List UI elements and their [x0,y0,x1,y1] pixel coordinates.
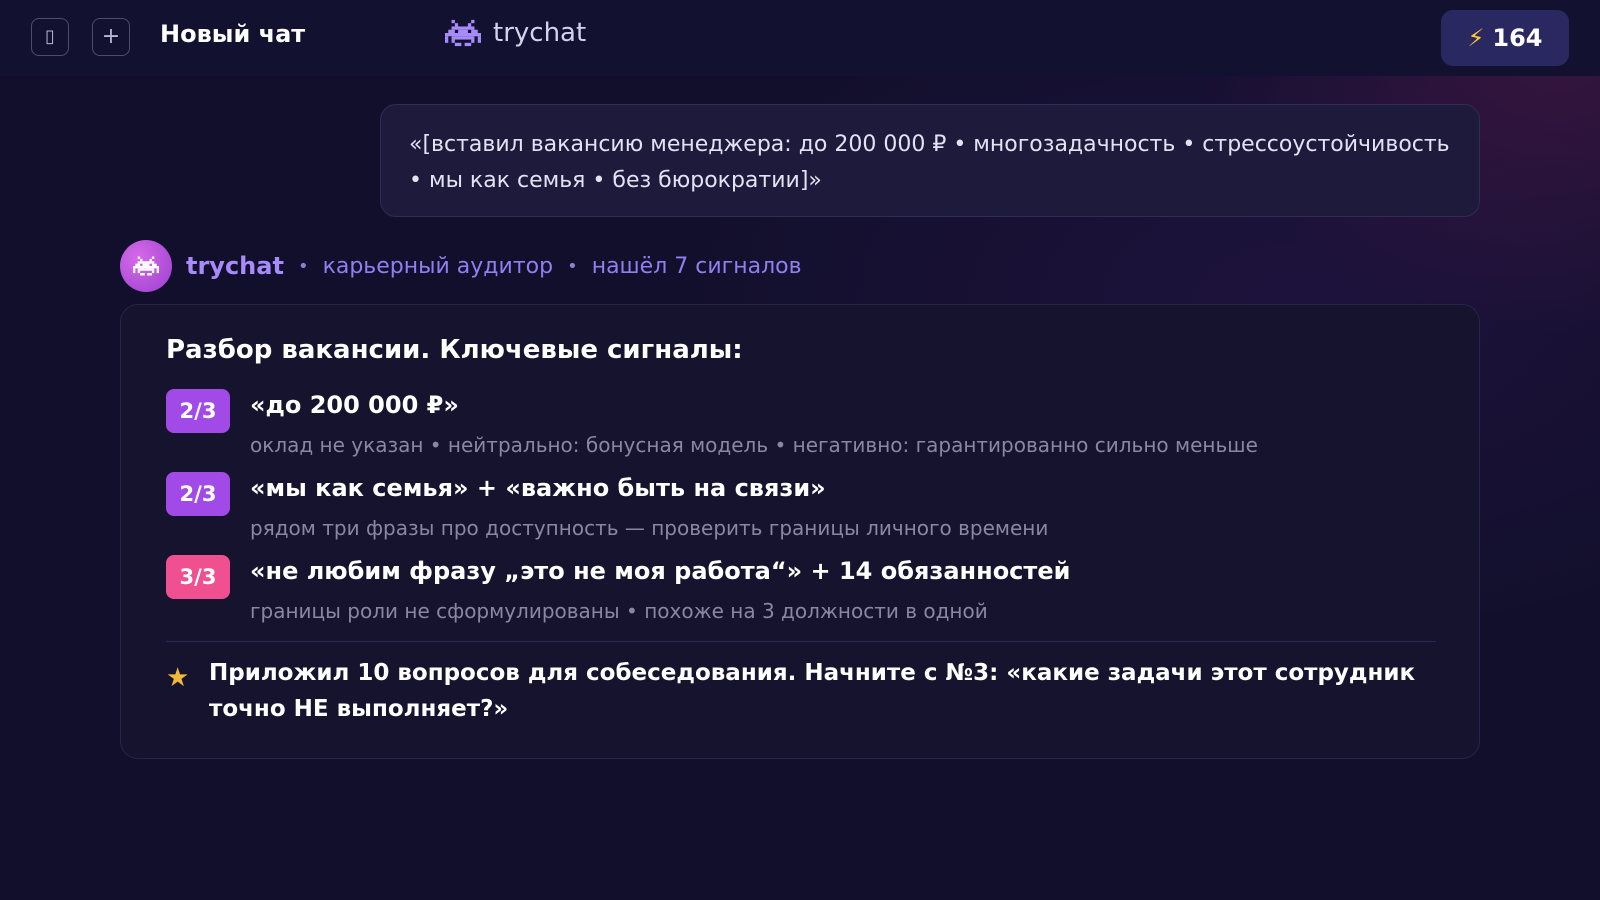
signal-title: «до 200 000 ₽» [250,391,459,419]
user-message: «[вставил вакансию менеджера: до 200 000… [380,104,1480,217]
signal-description: рядом три фразы про доступность — провер… [250,516,1049,540]
bot-message-header: trychat • карьерный аудитор • нашёл 7 си… [120,240,802,292]
bot-role: карьерный аудитор [322,253,554,279]
signal-description: оклад не указан • нейтрально: бонусная м… [250,433,1258,457]
bot-summary: нашёл 7 сигналов [591,253,802,279]
signal-title: «не любим фразу „это не моя работа“» + 1… [250,557,1071,585]
severity-badge: 3/3 [166,555,230,599]
top-bar: ▯ + Новый чат trychat ⚡ 164 [0,0,1600,76]
user-message-text: «[вставил вакансию менеджера: до 200 000… [409,132,1450,193]
chat-title: Новый чат [160,20,306,48]
meta-separator: • [567,255,578,277]
signal-title: «мы как семья» + «важно быть на связи» [250,474,826,502]
credits-value: 164 [1492,24,1543,52]
divider [166,641,1436,642]
bot-name: trychat [186,252,284,280]
brand: trychat [445,18,586,48]
lightning-icon: ⚡ [1467,24,1485,52]
sidebar-toggle-button[interactable]: ▯ [31,18,69,56]
footer-note: Приложил 10 вопросов для собеседования. … [209,660,1416,722]
credits-badge[interactable]: ⚡ 164 [1441,10,1569,66]
star-icon: ★ [166,663,190,693]
space-invader-icon [445,19,481,47]
severity-badge: 2/3 [166,389,230,433]
plus-icon: + [101,24,121,49]
meta-separator: • [297,255,309,277]
answer-title: Разбор вакансии. Ключевые сигналы: [166,335,743,365]
sidebar-toggle-icon: ▯ [45,26,55,47]
severity-badge: 2/3 [166,472,230,516]
signal-description: границы роли не сформулированы • похоже … [250,599,988,623]
bot-answer-card: Разбор вакансии. Ключевые сигналы: 2/3 «… [120,304,1480,759]
space-invader-icon [133,256,159,276]
new-chat-button[interactable]: + [92,18,130,56]
brand-name: trychat [493,18,587,48]
avatar [120,240,172,292]
